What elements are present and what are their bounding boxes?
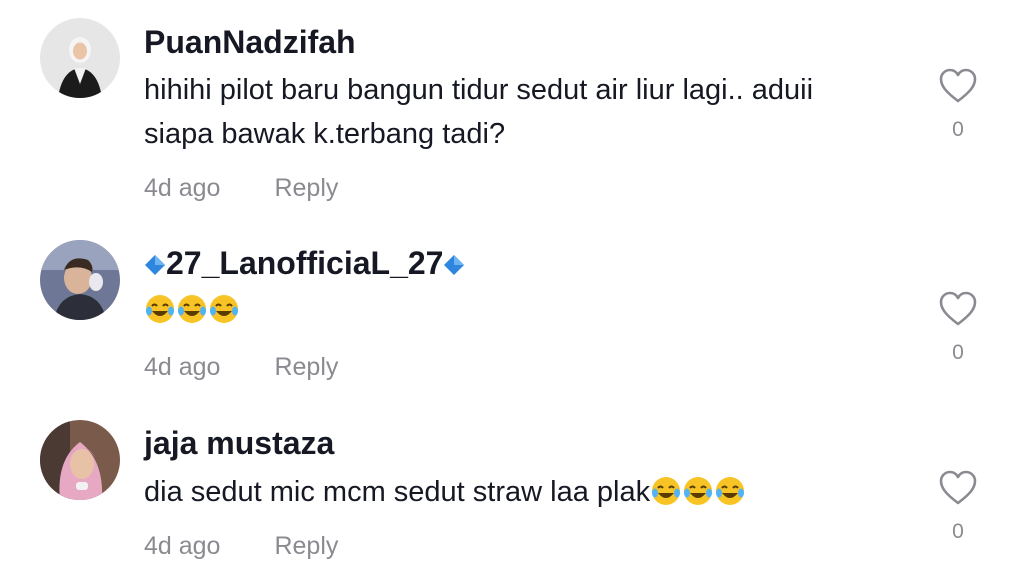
like-button[interactable]: 0: [936, 470, 980, 544]
tears-of-joy-emoji-icon: [684, 477, 713, 505]
comment-timestamp: 4d ago: [144, 532, 221, 560]
comment-meta: 4d ago Reply: [144, 531, 338, 561]
comment-item: jaja mustaza dia sedut mic mcm sedut str…: [0, 0, 1032, 580]
avatar[interactable]: [40, 420, 120, 500]
comment-text: dia sedut mic mcm sedut straw laa plak: [144, 470, 904, 514]
tears-of-joy-emoji-icon: [716, 477, 745, 505]
comment-text-line: dia sedut mic mcm sedut straw laa plak: [144, 476, 651, 508]
tears-of-joy-emoji-icon: [652, 477, 681, 505]
comment-username[interactable]: jaja mustaza: [144, 423, 334, 463]
heart-icon[interactable]: [938, 470, 978, 506]
like-count: 0: [952, 520, 964, 543]
reply-button[interactable]: Reply: [274, 532, 338, 560]
